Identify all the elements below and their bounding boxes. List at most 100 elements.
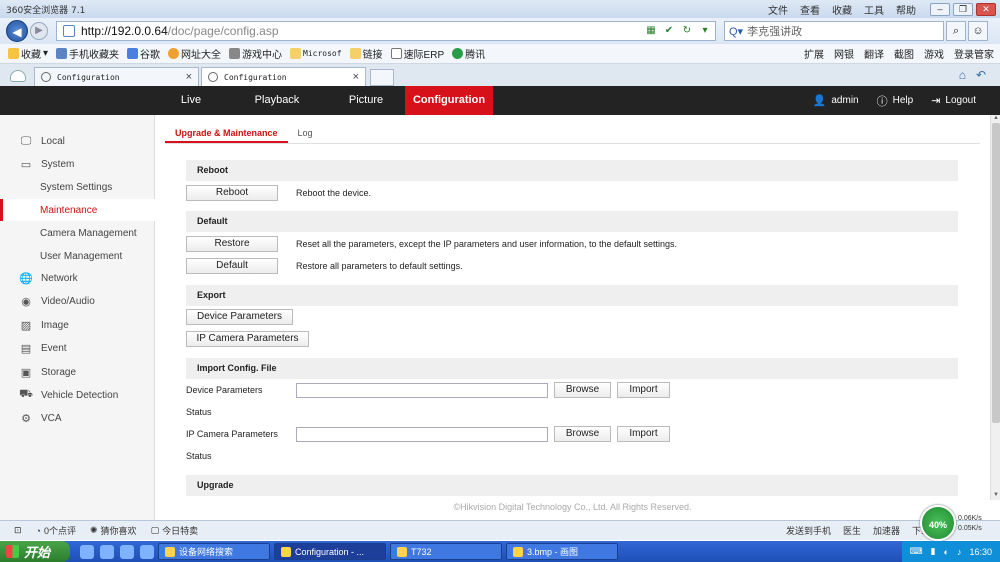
scroll-down-icon[interactable]: ▼ xyxy=(991,492,1000,500)
sidebar-item-event[interactable]: ▤ Event xyxy=(0,337,155,359)
fav-item[interactable]: 链接 xyxy=(349,46,383,61)
export-ip-camera-parameters-button[interactable]: IP Camera Parameters xyxy=(186,331,309,347)
fav-item[interactable]: 谷歌 xyxy=(127,46,160,61)
security-check-icon[interactable]: ✔ xyxy=(661,23,677,39)
sidebar-item-vehicle-detection[interactable]: ⛟ Vehicle Detection xyxy=(0,384,155,406)
fav-item[interactable]: 速际ERP xyxy=(390,46,444,61)
scrollbar-thumb[interactable] xyxy=(992,123,1000,423)
sidebar-item-camera-management[interactable]: Camera Management xyxy=(0,222,155,244)
menu-favorites[interactable]: 收藏 xyxy=(832,2,852,17)
fav-item[interactable]: 游戏中心 xyxy=(229,46,282,61)
status-item[interactable]: ▢ 今日特卖 xyxy=(151,524,199,537)
vertical-scrollbar[interactable]: ▲ ▼ xyxy=(990,115,1000,500)
import-ipcam-button[interactable]: Import xyxy=(617,426,670,442)
user-menu-item[interactable]: 👤 admin xyxy=(813,93,859,109)
fav-item[interactable]: 网址大全 xyxy=(168,46,221,61)
taskbar-task-active[interactable]: Configuration - ... xyxy=(274,543,386,560)
sidebar-item-local[interactable]: 🖵 Local xyxy=(0,130,155,152)
fav-item[interactable]: Microsof xyxy=(290,48,342,59)
taskbar-task[interactable]: 设备网络搜索 xyxy=(158,543,270,560)
accelerator-button[interactable]: 加速器 xyxy=(873,524,900,537)
dropdown-icon[interactable]: ▾ xyxy=(697,23,713,39)
cloud-icon[interactable] xyxy=(10,70,26,82)
menu-help[interactable]: 帮助 xyxy=(896,2,916,17)
status-item[interactable]: ◔ 0个点评 xyxy=(36,524,76,537)
browser-tab-active[interactable]: Configuration × xyxy=(201,67,366,86)
status-item[interactable]: ⊡ xyxy=(14,525,22,536)
fav-item[interactable]: 收藏 ▾ xyxy=(8,46,48,61)
scroll-up-icon[interactable]: ▲ xyxy=(991,115,1000,123)
clock[interactable]: 16:30 xyxy=(969,547,992,557)
network-speed-gauge[interactable]: 40% xyxy=(920,505,956,541)
sidebar-item-user-management[interactable]: User Management xyxy=(0,245,155,267)
sidebar-item-system-settings[interactable]: System Settings xyxy=(0,176,155,198)
new-tab-button[interactable] xyxy=(370,69,394,86)
screenshot-button[interactable]: 截图 xyxy=(894,46,914,61)
extensions-button[interactable]: 扩展 xyxy=(804,46,824,61)
restore-button[interactable]: Restore xyxy=(186,236,278,252)
grid-icon[interactable]: ▦ xyxy=(643,23,659,39)
translate-button[interactable]: 翻译 xyxy=(864,46,884,61)
close-icon[interactable]: ✕ xyxy=(976,2,996,16)
refresh-icon[interactable]: ↻ xyxy=(679,23,695,39)
banking-button[interactable]: 网银 xyxy=(834,46,854,61)
network-icon[interactable]: ◐ xyxy=(944,547,949,557)
fav-item[interactable]: 手机收藏夹 xyxy=(56,46,119,61)
restore-icon[interactable]: ❐ xyxy=(953,2,973,16)
close-tab-icon[interactable]: × xyxy=(186,71,192,83)
doctor-button[interactable]: 医生 xyxy=(843,524,861,537)
browse-ipcam-button[interactable]: Browse xyxy=(554,426,611,442)
browser-tab[interactable]: Configuration × xyxy=(34,67,199,86)
import-ipcam-file-input[interactable] xyxy=(296,427,548,442)
volume-icon[interactable]: ♪ xyxy=(957,547,962,557)
export-device-parameters-button[interactable]: Device Parameters xyxy=(186,309,293,325)
browse-device-button[interactable]: Browse xyxy=(554,382,611,398)
fav-item[interactable]: 腾讯 xyxy=(452,46,485,61)
sidebar-item-image[interactable]: ▨ Image xyxy=(0,314,155,336)
minimize-icon[interactable]: – xyxy=(930,2,950,16)
menu-tools[interactable]: 工具 xyxy=(864,2,884,17)
undo-icon[interactable]: ↶ xyxy=(976,68,986,82)
app-icon[interactable] xyxy=(120,544,134,559)
back-arrow-icon[interactable]: ◀ xyxy=(6,20,28,42)
login-manager-button[interactable]: 登录管家 xyxy=(954,46,994,61)
tab-upgrade-maintenance[interactable]: Upgrade & Maintenance xyxy=(165,123,288,143)
help-link[interactable]: ⓘ Help xyxy=(877,93,914,109)
tab-playback[interactable]: Playback xyxy=(227,86,327,115)
tab-live-view[interactable]: Live View xyxy=(155,86,227,135)
send-to-phone-button[interactable]: 发送到手机 xyxy=(786,524,831,537)
browser-icon[interactable] xyxy=(100,544,114,559)
close-tab-icon[interactable]: × xyxy=(353,71,359,83)
games-button[interactable]: 游戏 xyxy=(924,46,944,61)
keyboard-icon[interactable]: ⌨ xyxy=(910,546,923,557)
tab-picture[interactable]: Picture xyxy=(327,86,405,115)
taskbar-task[interactable]: 3.bmp - 画图 xyxy=(506,543,618,560)
sidebar-item-storage[interactable]: ▣ Storage xyxy=(0,361,155,383)
menu-view[interactable]: 查看 xyxy=(800,2,820,17)
reboot-button[interactable]: Reboot xyxy=(186,185,278,201)
sidebar-item-system[interactable]: ▭ System xyxy=(0,153,155,175)
menu-file[interactable]: 文件 xyxy=(768,2,788,17)
sidebar-item-vca[interactable]: ⚙ VCA xyxy=(0,407,155,429)
import-device-file-input[interactable] xyxy=(296,383,548,398)
sidebar-item-video-audio[interactable]: ◉ Video/Audio xyxy=(0,290,155,312)
search-icon[interactable]: ⌕ xyxy=(946,21,966,41)
search-input[interactable]: Q▾ 李克强讲政 xyxy=(724,21,944,41)
sidebar-item-maintenance[interactable]: Maintenance xyxy=(0,199,155,221)
start-button[interactable]: 开始 xyxy=(0,541,70,562)
status-item[interactable]: ✺ 猜你喜欢 xyxy=(90,524,137,537)
home-icon[interactable]: ⌂ xyxy=(959,68,966,82)
app-icon[interactable] xyxy=(140,544,154,559)
user-icon[interactable]: ☺ xyxy=(968,21,988,41)
default-button[interactable]: Default xyxy=(186,258,278,274)
tab-log[interactable]: Log xyxy=(288,123,323,143)
tab-configuration[interactable]: Configuration xyxy=(405,86,493,115)
taskbar-task[interactable]: T732 xyxy=(390,543,502,560)
battery-icon[interactable]: ▮ xyxy=(931,546,936,557)
url-field[interactable]: http://192.0.0.64 /doc/page/config.asp ▦… xyxy=(56,21,716,41)
forward-arrow-icon[interactable]: ▶ xyxy=(30,22,48,40)
import-device-button[interactable]: Import xyxy=(617,382,670,398)
ie-icon[interactable] xyxy=(80,544,94,559)
sidebar-item-network[interactable]: 🌐 Network xyxy=(0,267,155,289)
logout-link[interactable]: ⇥ Logout xyxy=(931,93,976,109)
